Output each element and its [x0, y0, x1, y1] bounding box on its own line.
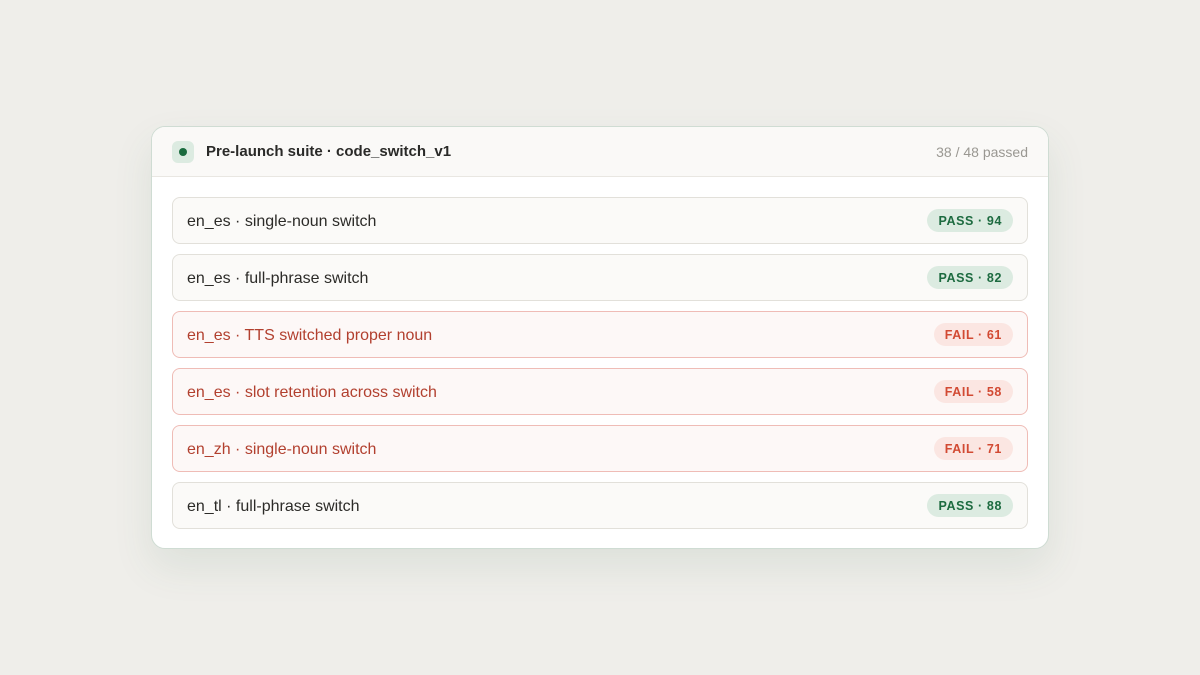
test-row[interactable]: en_tl · full-phrase switch PASS · 88: [172, 482, 1028, 529]
test-label: en_tl · full-phrase switch: [187, 497, 360, 515]
suite-title: Pre-launch suite · code_switch_v1: [206, 143, 452, 160]
result-badge: PASS · 94: [927, 209, 1013, 232]
test-label: en_es · single-noun switch: [187, 212, 377, 230]
test-row[interactable]: en_es · TTS switched proper noun FAIL · …: [172, 311, 1028, 358]
result-badge: PASS · 88: [927, 494, 1013, 517]
result-badge: FAIL · 61: [933, 323, 1013, 346]
panel-header: Pre-launch suite · code_switch_v1 38 / 4…: [152, 127, 1048, 177]
test-row[interactable]: en_zh · single-noun switch FAIL · 71: [172, 425, 1028, 472]
result-badge: FAIL · 58: [933, 380, 1013, 403]
test-list: en_es · single-noun switch PASS · 94 en_…: [152, 177, 1048, 529]
test-row[interactable]: en_es · slot retention across switch FAI…: [172, 368, 1028, 415]
result-badge: PASS · 82: [927, 266, 1013, 289]
test-label: en_zh · single-noun switch: [187, 440, 377, 458]
status-dot-icon: [172, 140, 194, 163]
test-row[interactable]: en_es · full-phrase switch PASS · 82: [172, 254, 1028, 301]
test-row[interactable]: en_es · single-noun switch PASS · 94: [172, 197, 1028, 244]
result-badge: FAIL · 71: [933, 437, 1013, 460]
test-suite-panel: Pre-launch suite · code_switch_v1 38 / 4…: [151, 126, 1049, 549]
test-label: en_es · full-phrase switch: [187, 269, 369, 287]
test-label: en_es · TTS switched proper noun: [187, 326, 433, 344]
pass-count: 38 / 48 passed: [936, 143, 1028, 160]
status-dot: [179, 147, 187, 156]
test-label: en_es · slot retention across switch: [187, 383, 437, 401]
